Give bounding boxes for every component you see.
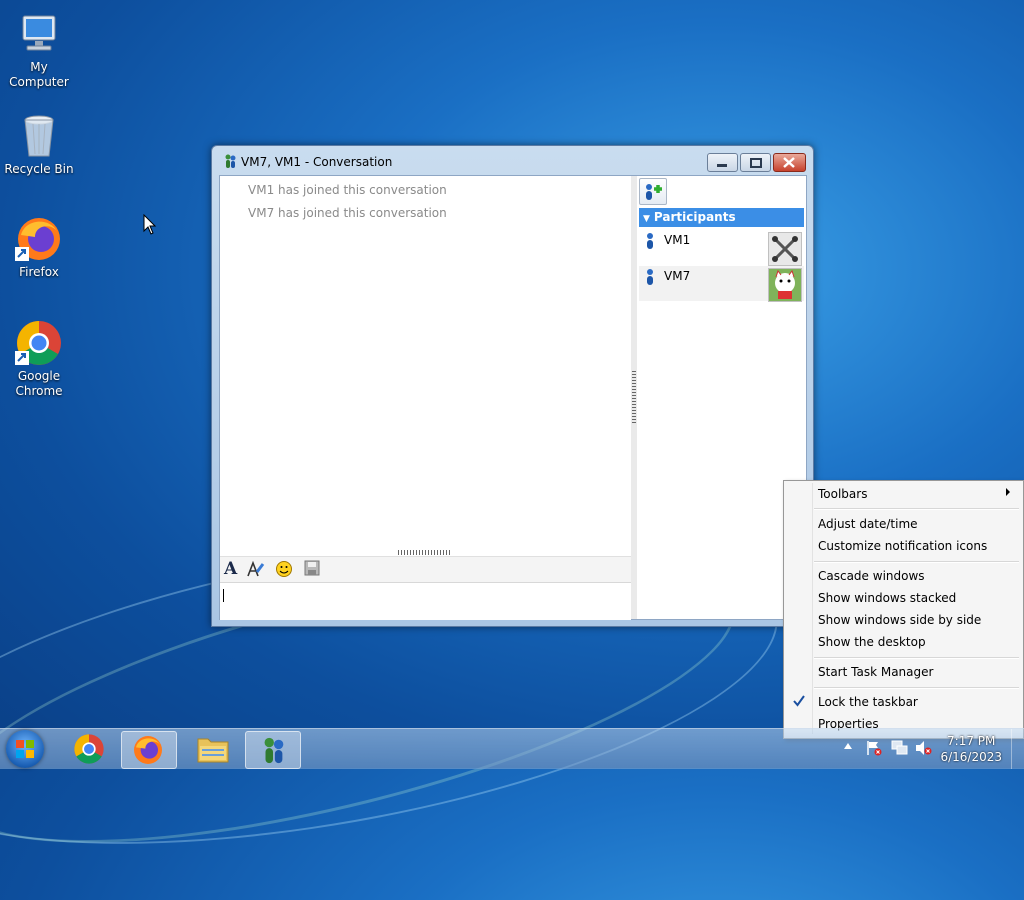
menu-item-show-the-desktop[interactable]: Show the desktop xyxy=(818,635,926,649)
taskbar-clock[interactable]: 7:17 PM 6/16/2023 xyxy=(940,733,1002,765)
taskbar-messenger[interactable] xyxy=(245,731,301,769)
maximize-icon xyxy=(750,158,762,168)
taskbar[interactable]: 7:17 PM 6/16/2023 xyxy=(0,728,1024,769)
chrome-icon xyxy=(74,734,104,764)
menu-item-adjust-date-time[interactable]: Adjust date/time xyxy=(818,517,918,531)
menu-item-lock-the-taskbar[interactable]: Lock the taskbar xyxy=(818,695,918,709)
maximize-button[interactable] xyxy=(740,153,771,172)
vertical-splitter-grip xyxy=(632,369,636,423)
checkmark-icon xyxy=(793,695,805,707)
menu-item-cascade-windows[interactable]: Cascade windows xyxy=(818,569,925,583)
menu-separator xyxy=(814,687,1019,689)
desktop-icon-google-chrome[interactable]: Google Chrome xyxy=(0,319,79,399)
menu-item-show-windows-stacked[interactable]: Show windows stacked xyxy=(818,591,956,605)
firefox-icon xyxy=(134,736,162,764)
menu-item-customize-notification-icons[interactable]: Customize notification icons xyxy=(818,539,987,553)
clock-time: 7:17 PM xyxy=(947,734,996,748)
menu-item-show-windows-side-by-side[interactable]: Show windows side by side xyxy=(818,613,981,627)
collapse-triangle-icon: ▼ xyxy=(643,214,650,224)
desktop-icon-my-computer[interactable]: My Computer xyxy=(0,10,79,90)
emoticon-button[interactable] xyxy=(275,560,295,580)
add-contact-icon xyxy=(646,184,662,200)
messenger-icon xyxy=(264,737,284,764)
format-toolbar: A xyxy=(220,556,631,583)
action-center-flag-icon[interactable] xyxy=(866,740,882,756)
system-message: VM1 has joined this conversation xyxy=(248,183,447,197)
taskbar-firefox[interactable] xyxy=(121,731,177,769)
desktop-icon-firefox[interactable]: Firefox xyxy=(0,215,79,280)
taskbar-chrome[interactable] xyxy=(62,731,116,767)
font-icon: A xyxy=(224,559,238,579)
participant-name: VM1 xyxy=(664,233,691,247)
menu-gutter xyxy=(812,483,813,734)
recycle-bin-icon xyxy=(15,112,63,160)
windows-logo-icon xyxy=(16,740,34,758)
menu-item-start-task-manager[interactable]: Start Task Manager xyxy=(818,665,933,679)
volume-muted-icon[interactable] xyxy=(915,740,933,756)
menu-separator xyxy=(814,561,1019,563)
start-button[interactable] xyxy=(6,730,44,768)
show-desktop-button[interactable] xyxy=(1011,729,1024,769)
conversation-window[interactable]: VM7, VM1 - Conversation VM1 has joined t… xyxy=(211,145,814,627)
horizontal-splitter-grip[interactable] xyxy=(398,550,452,555)
minimize-button[interactable] xyxy=(707,153,738,172)
show-hidden-icons-button[interactable] xyxy=(844,743,852,749)
mouse-cursor-icon xyxy=(143,214,157,235)
firefox-icon xyxy=(15,215,63,263)
clock-date: 6/16/2023 xyxy=(940,750,1002,764)
computer-icon xyxy=(15,10,63,58)
close-icon xyxy=(783,157,795,168)
participants-header[interactable]: ▼ Participants xyxy=(639,208,804,227)
contact-status-icon xyxy=(647,233,653,249)
taskbar-explorer[interactable] xyxy=(186,731,240,767)
taskbar-context-menu: Toolbars Adjust date/time Customize noti… xyxy=(783,480,1024,739)
text-color-icon xyxy=(247,560,265,577)
participant-row[interactable]: VM7 xyxy=(639,266,804,302)
avatar-vm7-icon xyxy=(768,268,802,302)
avatar-vm1-icon xyxy=(768,232,802,266)
participants-header-label: Participants xyxy=(653,210,736,224)
desktop-icon-label: My Computer xyxy=(9,60,69,89)
save-icon xyxy=(304,560,320,576)
minimize-icon xyxy=(717,164,727,167)
network-icon[interactable] xyxy=(891,740,909,756)
save-button[interactable] xyxy=(304,560,324,580)
text-color-button[interactable] xyxy=(246,560,266,580)
desktop-icon-label: Firefox xyxy=(19,265,59,279)
invite-button[interactable] xyxy=(639,178,667,205)
participants-pane: ▼ Participants VM1 VM7 xyxy=(637,176,806,619)
submenu-arrow-icon xyxy=(1006,488,1010,496)
window-client-area: VM1 has joined this conversation VM7 has… xyxy=(219,175,807,620)
menu-separator xyxy=(814,657,1019,659)
participant-name: VM7 xyxy=(664,269,691,283)
window-title: VM7, VM1 - Conversation xyxy=(241,155,393,169)
desktop-icon-label: Recycle Bin xyxy=(4,162,74,176)
close-button[interactable] xyxy=(773,153,806,172)
message-input[interactable] xyxy=(220,582,631,620)
folder-icon xyxy=(197,738,229,763)
menu-separator xyxy=(814,508,1019,510)
contact-status-icon xyxy=(647,269,653,285)
desktop-icon-recycle-bin[interactable]: Recycle Bin xyxy=(0,112,79,177)
message-log: VM1 has joined this conversation VM7 has… xyxy=(220,176,631,556)
participant-row[interactable]: VM1 xyxy=(639,230,804,266)
chrome-icon xyxy=(15,319,63,367)
system-message: VM7 has joined this conversation xyxy=(248,206,447,220)
smiley-icon xyxy=(276,561,292,577)
messenger-icon xyxy=(222,153,238,169)
menu-item-toolbars[interactable]: Toolbars xyxy=(818,487,867,501)
font-button[interactable]: A xyxy=(224,559,244,579)
desktop-icon-label: Google Chrome xyxy=(15,369,63,398)
text-caret xyxy=(223,589,224,602)
